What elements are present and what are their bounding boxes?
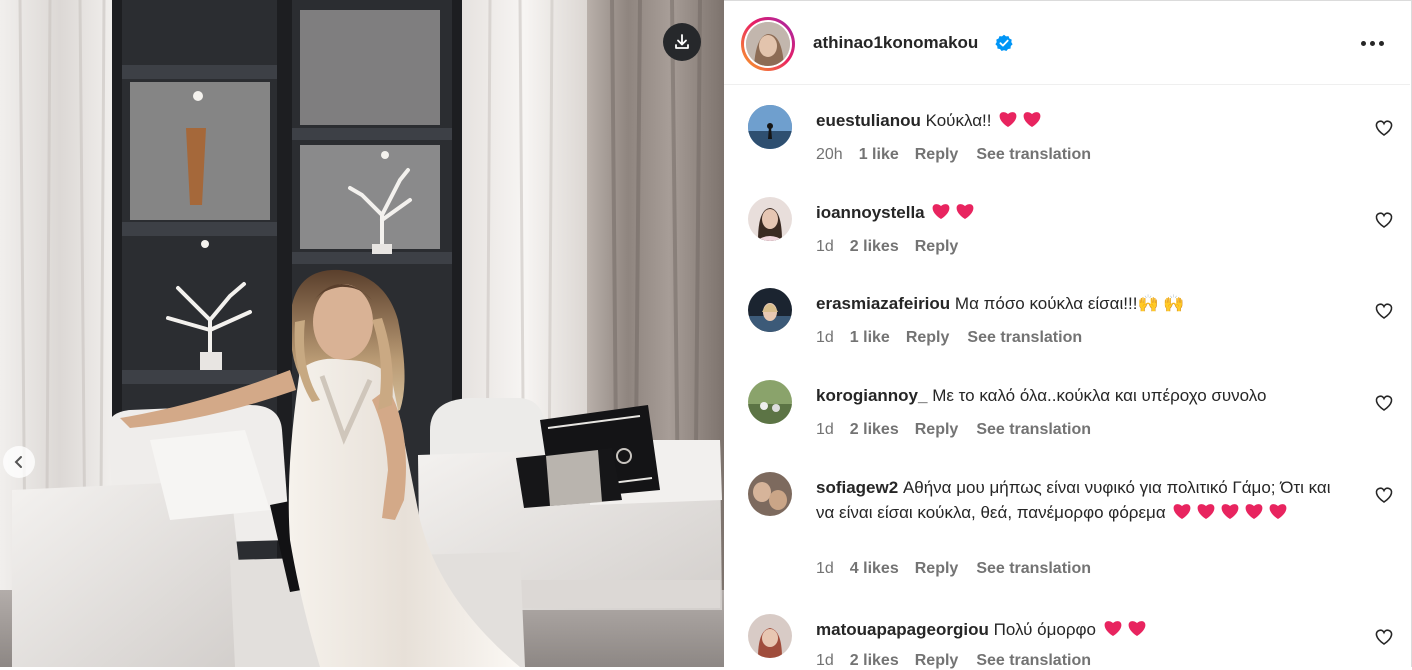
comment-likes[interactable]: 4 likes — [850, 560, 899, 578]
comment-likes[interactable]: 2 likes — [850, 652, 899, 670]
comment-text: Κούκλα!! — [925, 111, 992, 130]
reply-button[interactable]: Reply — [915, 421, 959, 439]
reply-button[interactable]: Reply — [906, 329, 950, 347]
download-button[interactable] — [663, 23, 701, 61]
post-sidebar: athinao1konomakou euestulianou Κούκλα!! … — [724, 0, 1412, 670]
comment-likes[interactable]: 1 like — [850, 329, 890, 347]
author-username[interactable]: athinao1konomakou — [813, 33, 978, 53]
like-heart-icon[interactable] — [1374, 118, 1394, 138]
like-heart-icon[interactable] — [1374, 301, 1394, 321]
see-translation-button[interactable]: See translation — [976, 560, 1091, 578]
commenter-avatar[interactable] — [748, 197, 792, 241]
reply-button[interactable]: Reply — [915, 560, 959, 578]
comment-username[interactable]: matouapapageorgiou — [816, 620, 989, 639]
living-room-photo — [0, 0, 724, 667]
heart-emoji-icon — [929, 203, 977, 222]
reply-button[interactable]: Reply — [915, 238, 959, 256]
author-avatar[interactable] — [741, 17, 795, 71]
see-translation-button[interactable]: See translation — [976, 652, 1091, 670]
heart-emoji-icon — [996, 111, 1044, 130]
post-photo — [0, 0, 724, 667]
see-translation-button[interactable]: See translation — [967, 329, 1082, 347]
comment-likes[interactable]: 1 like — [859, 146, 899, 164]
comment-likes[interactable]: 2 likes — [850, 238, 899, 256]
chevron-left-icon — [14, 456, 22, 468]
comment-username[interactable]: ioannoystella — [816, 203, 925, 222]
comment-username[interactable]: erasmiazafeiriou — [816, 294, 950, 313]
heart-emoji-icon — [1170, 503, 1290, 522]
like-heart-icon[interactable] — [1374, 393, 1394, 413]
comment-time: 1d — [816, 560, 834, 577]
heart-emoji-icon — [1101, 620, 1149, 639]
more-options-icon — [1360, 40, 1366, 46]
more-options-button[interactable] — [1352, 30, 1392, 56]
post-header: athinao1konomakou — [724, 1, 1410, 85]
comment-time: 1d — [816, 652, 834, 669]
verified-badge-icon — [995, 34, 1013, 51]
like-heart-icon[interactable] — [1374, 210, 1394, 230]
commenter-avatar[interactable] — [748, 472, 792, 516]
commenter-avatar[interactable] — [748, 380, 792, 424]
commenter-avatar[interactable] — [748, 288, 792, 332]
comment-time: 20h — [816, 146, 843, 163]
comment-text: Με το καλό όλα..κούκλα και υπέροχο συνολ… — [932, 386, 1267, 405]
see-translation-button[interactable]: See translation — [976, 146, 1091, 164]
see-translation-button[interactable]: See translation — [976, 421, 1091, 439]
comment-time: 1d — [816, 421, 834, 438]
reply-button[interactable]: Reply — [915, 652, 959, 670]
like-heart-icon[interactable] — [1374, 485, 1394, 505]
comment-username[interactable]: euestulianou — [816, 111, 921, 130]
author-avatar-image — [746, 22, 790, 66]
comment-text: Μα πόσο κούκλα είσαι!!!🙌 🙌 — [954, 294, 1185, 313]
comment-text: Πολύ όμορφο — [993, 620, 1096, 639]
comment-username[interactable]: sofiagew2 — [816, 478, 898, 497]
commenter-avatar[interactable] — [748, 105, 792, 149]
commenter-avatar[interactable] — [748, 614, 792, 658]
comment-likes[interactable]: 2 likes — [850, 421, 899, 439]
comment-time: 1d — [816, 329, 834, 346]
like-heart-icon[interactable] — [1374, 627, 1394, 647]
comment-username[interactable]: korogiannoy_ — [816, 386, 927, 405]
previous-photo-button[interactable] — [3, 446, 35, 478]
reply-button[interactable]: Reply — [915, 146, 959, 164]
comment-time: 1d — [816, 238, 834, 255]
download-icon — [675, 34, 689, 49]
